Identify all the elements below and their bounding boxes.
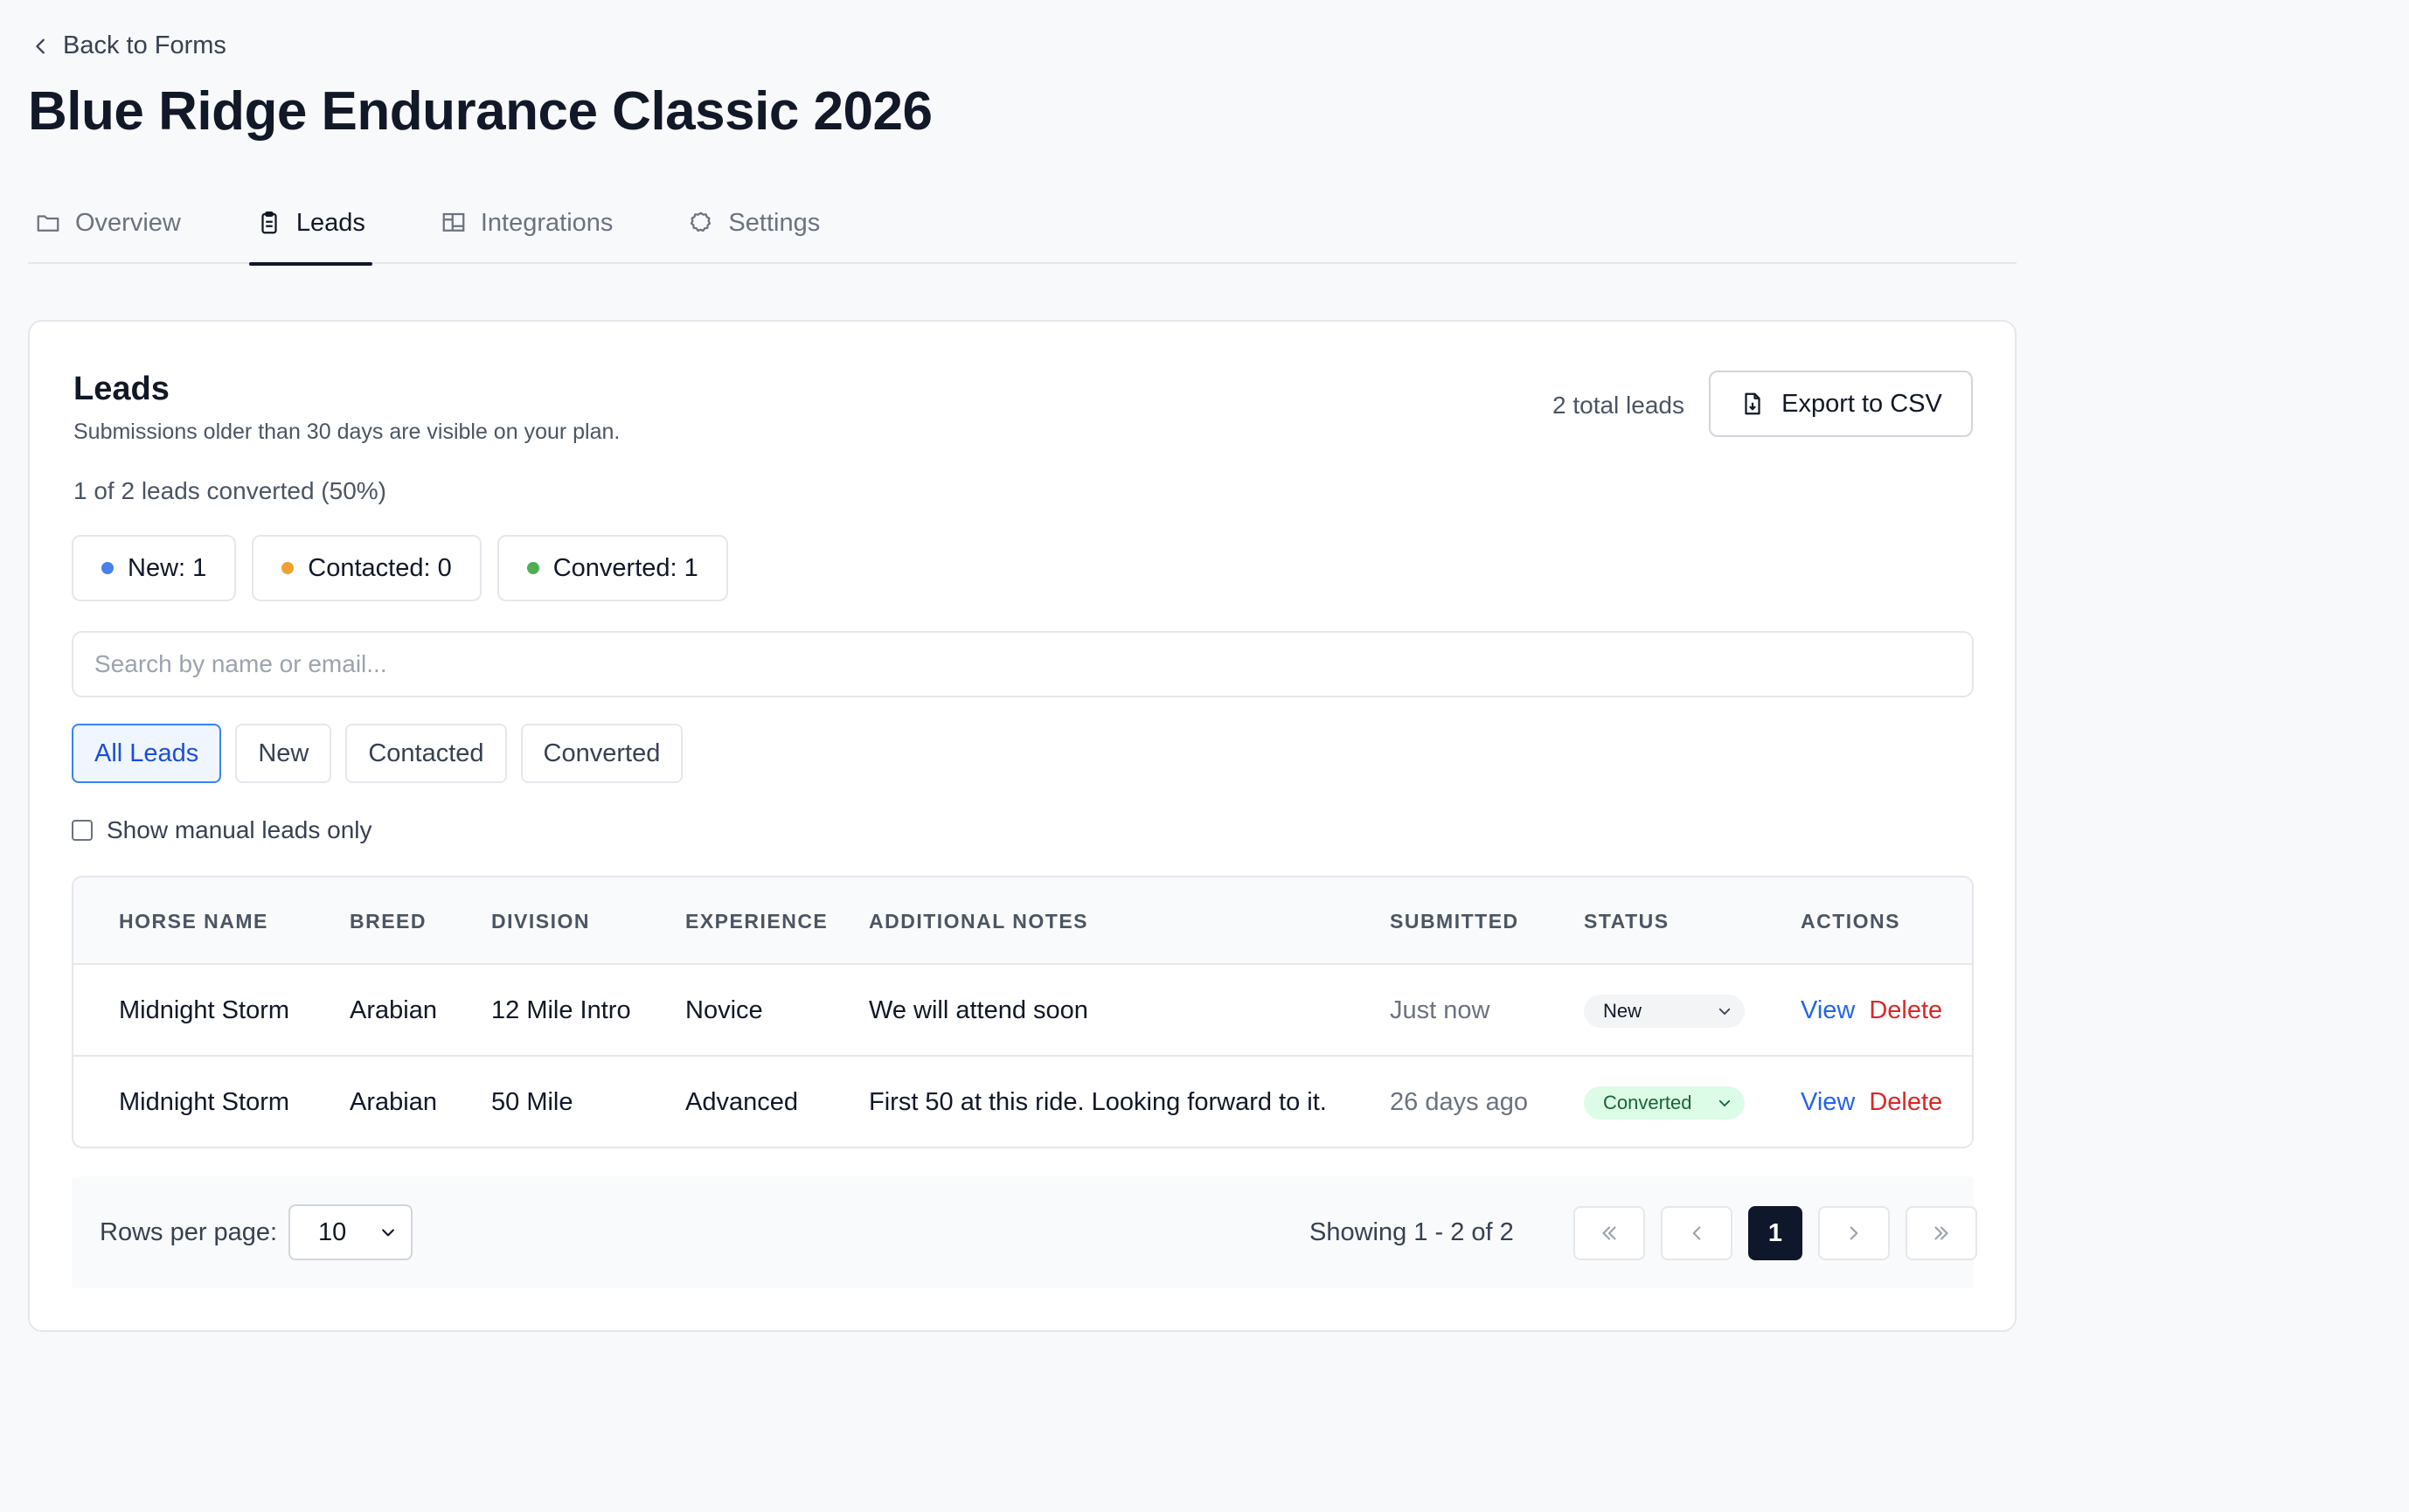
delete-lead-link[interactable]: Delete [1869,996,1942,1025]
folder-icon [37,215,59,232]
status-dot-new [101,562,114,574]
page-button-current[interactable]: 1 [1748,1206,1802,1260]
cell-actions: View Delete [1801,965,1942,1057]
conversion-summary: 1 of 2 leads converted (50%) [73,477,386,504]
view-lead-link[interactable]: View [1801,1088,1855,1117]
file-export-icon [1745,392,1760,415]
tab-bar: Overview Leads Integrations Settings [28,199,2017,266]
chevron-left-icon [1692,1226,1701,1240]
filter-contacted[interactable]: Contacted [345,724,507,783]
stat-new-label: New: 1 [128,553,207,582]
status-select[interactable]: New [1584,994,1745,1028]
cell-notes: First 50 at this ride. Looking forward t… [869,1088,1327,1116]
manual-leads-toggle: Show manual leads only [72,816,372,844]
leads-card-subtitle: Submissions older than 30 days are visib… [73,420,621,444]
export-csv-label: Export to CSV [1781,389,1942,418]
back-to-forms-link[interactable]: Back to Forms [31,31,226,60]
chevrons-left-icon [1602,1226,1616,1240]
chevron-left-icon [36,38,45,53]
table-row: Midnight Storm Arabian 50 Mile Advanced … [73,1057,1972,1147]
cell-submitted: Just now [1390,996,1490,1024]
col-horse-name: HORSE NAME [119,909,268,933]
cell-horse-name: Midnight Storm [119,1088,290,1116]
chevrons-right-icon [1934,1226,1948,1240]
chevron-down-icon [382,1229,394,1237]
tab-overview[interactable]: Overview [28,199,188,264]
chevron-right-icon [1850,1226,1858,1240]
view-lead-link[interactable]: View [1801,996,1855,1025]
cell-division: 50 Mile [491,1088,573,1116]
status-filters: All Leads New Contacted Converted [72,724,684,783]
pagination-bar: Rows per page: 10 Showing 1 - 2 of 2 1 [72,1176,1977,1288]
cell-breed: Arabian [350,996,437,1024]
rows-per-page-label: Rows per page: [100,1217,278,1246]
cell-actions: View Delete [1801,1057,1942,1147]
cell-breed: Arabian [350,1088,437,1116]
stat-contacted: Contacted: 0 [252,535,482,601]
leads-table: HORSE NAME BREED DIVISION EXPERIENCE ADD… [72,876,1974,1148]
tab-settings[interactable]: Settings [681,199,827,264]
tab-overview-label: Overview [75,208,181,237]
col-submitted: SUBMITTED [1390,909,1519,933]
col-experience: EXPERIENCE [685,909,829,933]
filter-all-leads[interactable]: All Leads [72,724,222,783]
cell-submitted: 26 days ago [1390,1088,1529,1116]
cell-status: New [1584,965,1745,1057]
stat-converted-label: Converted: 1 [552,553,698,582]
cell-division: 12 Mile Intro [491,996,631,1024]
search-input[interactable] [72,631,1974,697]
table-row: Midnight Storm Arabian 12 Mile Intro Nov… [73,965,1972,1057]
gear-icon [691,212,712,232]
status-select[interactable]: Converted [1584,1085,1745,1120]
tab-integrations[interactable]: Integrations [434,199,621,264]
manual-leads-label: Show manual leads only [107,816,372,843]
pager: 1 [1573,1206,1977,1260]
manual-leads-checkbox[interactable] [72,820,93,841]
rows-per-page-select[interactable]: 10 [288,1204,413,1260]
filter-converted[interactable]: Converted [520,724,684,783]
clipboard-icon [261,212,277,234]
col-status: STATUS [1584,909,1670,933]
rows-per-page-value: 10 [318,1217,347,1246]
status-select-value: Converted [1603,1091,1692,1113]
status-dot-contacted [281,562,295,574]
showing-range: Showing 1 - 2 of 2 [1309,1217,1514,1246]
cell-notes: We will attend soon [869,996,1088,1024]
back-link-label: Back to Forms [63,31,226,59]
leads-card: Leads Submissions older than 30 days are… [28,320,2017,1332]
stat-contacted-label: Contacted: 0 [308,553,452,582]
chevron-down-icon [1718,1008,1731,1015]
next-page-button[interactable] [1818,1206,1890,1260]
cell-status: Converted [1584,1057,1745,1147]
delete-lead-link[interactable]: Delete [1869,1088,1942,1117]
leads-card-title: Leads [73,371,170,407]
export-csv-button[interactable]: Export to CSV [1709,371,1973,437]
col-division: DIVISION [491,909,590,933]
page-title: Blue Ridge Endurance Classic 2026 [28,81,933,142]
col-additional-notes: ADDITIONAL NOTES [869,909,1089,933]
col-actions: ACTIONS [1801,909,1900,933]
status-select-value: New [1603,999,1642,1022]
cell-experience: Novice [685,996,763,1024]
total-leads-count: 2 total leads [1552,392,1684,419]
table-header: HORSE NAME BREED DIVISION EXPERIENCE ADD… [73,877,1972,965]
tab-settings-label: Settings [728,208,821,237]
prev-page-button[interactable] [1661,1206,1732,1260]
tab-leads-label: Leads [295,208,365,237]
tab-leads[interactable]: Leads [248,199,372,266]
stat-converted: Converted: 1 [496,535,728,601]
cell-experience: Advanced [685,1088,798,1116]
last-page-button[interactable] [1906,1206,1977,1260]
status-dot-converted [526,562,539,574]
status-stats: New: 1 Contacted: 0 Converted: 1 [72,535,728,601]
filter-new[interactable]: New [235,724,332,783]
first-page-button[interactable] [1573,1206,1645,1260]
tab-integrations-label: Integrations [480,208,614,237]
cell-horse-name: Midnight Storm [119,996,290,1024]
col-breed: BREED [350,909,427,933]
chevron-down-icon [1718,1099,1731,1106]
stat-new: New: 1 [72,535,237,601]
layout-icon [442,212,465,232]
